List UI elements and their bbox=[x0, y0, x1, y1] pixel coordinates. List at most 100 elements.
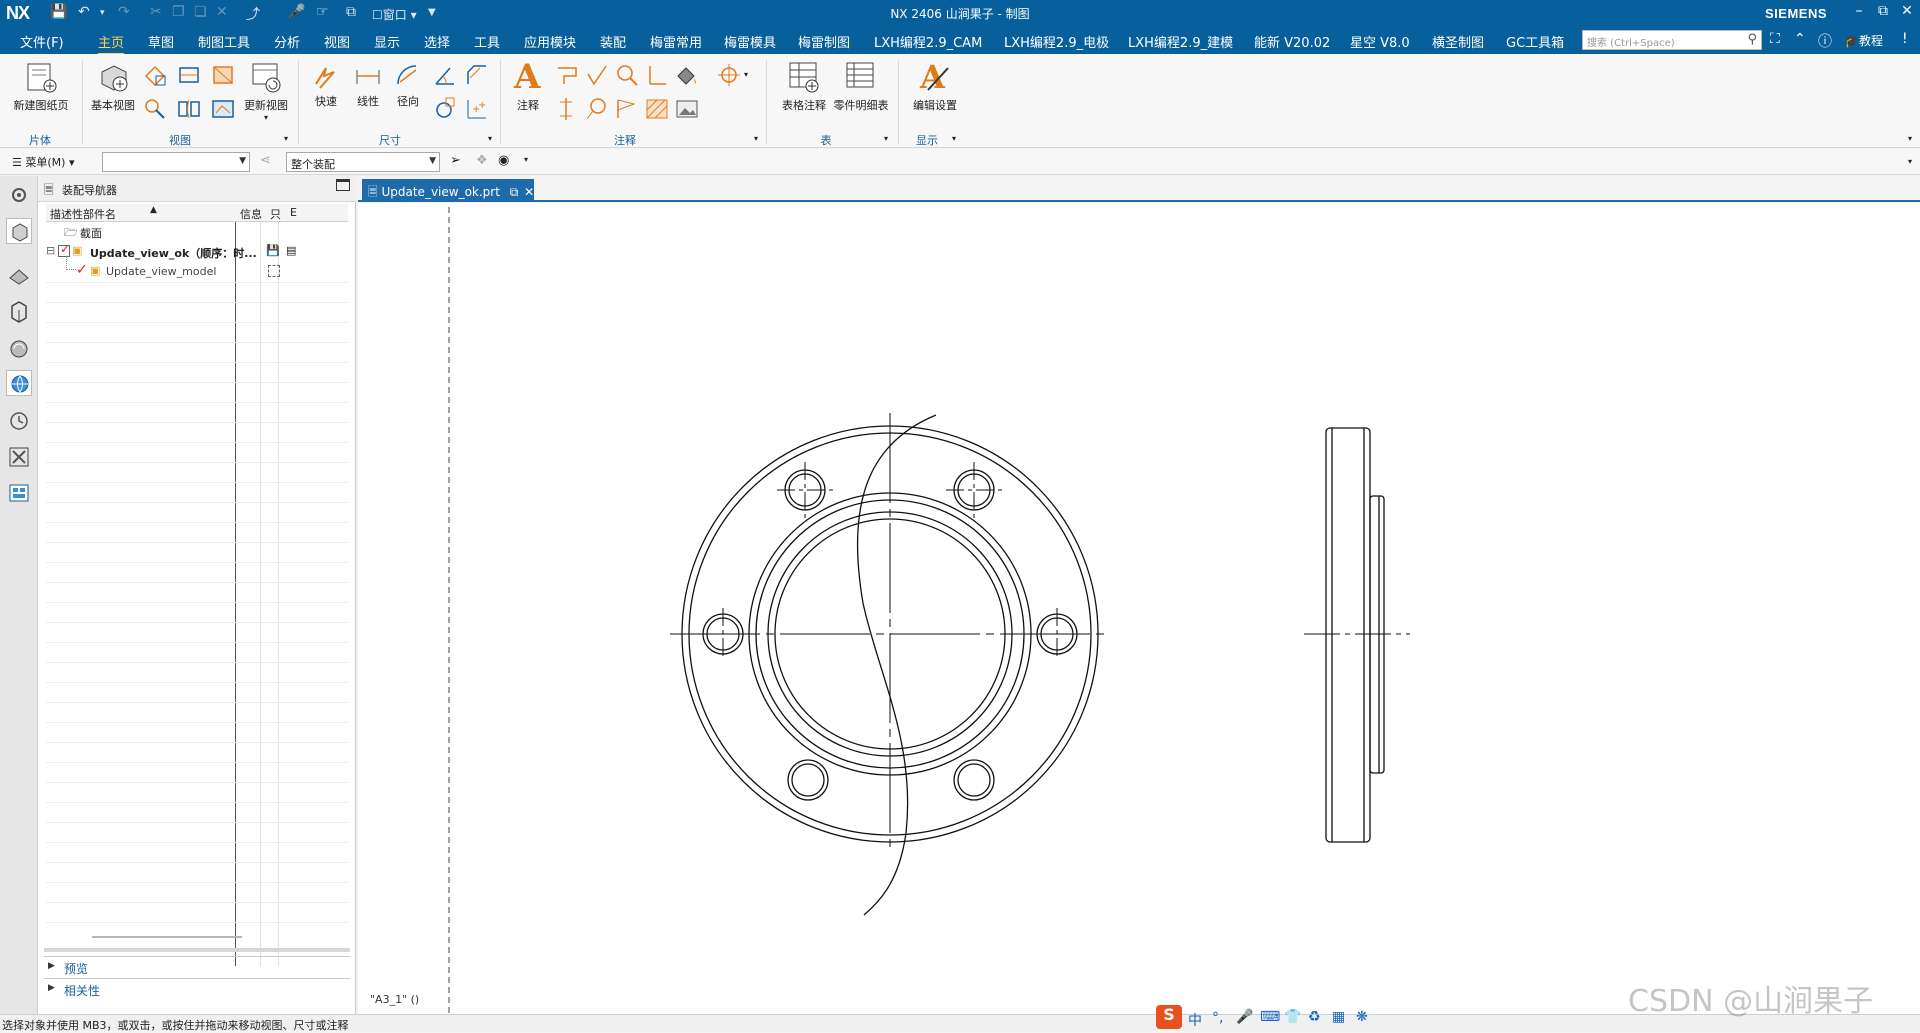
fullscreen-icon[interactable]: ⛶ bbox=[1770, 31, 1780, 47]
menu-view[interactable]: 视图 bbox=[324, 32, 350, 51]
base-view-button[interactable]: 基本视图 bbox=[88, 60, 138, 113]
menu-drafting-tools[interactable]: 制图工具 bbox=[198, 32, 250, 51]
column-name[interactable]: 描述性部件名 bbox=[50, 206, 116, 222]
menu-button[interactable]: ☰ 菜单(M) ▾ bbox=[12, 154, 74, 170]
tools-icon[interactable] bbox=[6, 444, 32, 470]
table-group-dropdown-icon[interactable]: ▾ bbox=[884, 134, 888, 143]
reuse-library-icon[interactable] bbox=[6, 298, 32, 324]
toolbox-icon[interactable]: ▦ bbox=[1332, 1009, 1345, 1025]
type-filter-select[interactable]: ▼ bbox=[102, 152, 250, 172]
menu-assembly[interactable]: 装配 bbox=[600, 32, 626, 51]
break-view-icon[interactable] bbox=[176, 96, 202, 122]
drawing-canvas[interactable]: "A3_1" () bbox=[358, 203, 1920, 1014]
rapid-dimension-button[interactable]: 快速 bbox=[306, 62, 346, 109]
identification-symbol-icon[interactable] bbox=[554, 96, 580, 122]
surface-finish-icon[interactable] bbox=[584, 62, 610, 88]
tree-row-section[interactable]: 🗁 截面 bbox=[46, 222, 348, 242]
ime-mode-chinese[interactable]: 中 bbox=[1188, 1010, 1202, 1030]
menu-select[interactable]: 选择 bbox=[424, 32, 450, 51]
annotation-group-dropdown-icon[interactable]: ▾ bbox=[754, 134, 758, 143]
target-point-icon[interactable] bbox=[614, 96, 640, 122]
tutorial-button[interactable]: 🎓教程 bbox=[1844, 32, 1883, 49]
close-tab-icon[interactable]: ✕ bbox=[524, 185, 534, 199]
new-sheet-button[interactable]: 新建图纸页 bbox=[8, 60, 74, 113]
command-search-input[interactable]: 搜索 (Ctrl+Space) ⚲ bbox=[1582, 30, 1762, 50]
toolbar-options-icon[interactable]: ▾ bbox=[1908, 157, 1912, 166]
snap-point-icon[interactable]: ◉ bbox=[498, 153, 509, 168]
update-view-dropdown-icon[interactable]: ▾ bbox=[240, 113, 292, 122]
horizontal-scrollbar[interactable] bbox=[92, 936, 242, 938]
thickness-dimension-icon[interactable] bbox=[432, 96, 458, 122]
display-group-dropdown-icon[interactable]: ▾ bbox=[952, 134, 956, 143]
tab-update-view-ok[interactable]: 🗏 Update_view_ok.prt ⧉ ✕ bbox=[362, 179, 534, 202]
update-view-button[interactable]: 更新视图 ▾ bbox=[240, 60, 292, 122]
dependency-section-toggle[interactable]: ▶ 相关性 bbox=[44, 978, 350, 1000]
menu-display[interactable]: 显示 bbox=[374, 32, 400, 51]
dimension-group-dropdown-icon[interactable]: ▾ bbox=[488, 134, 492, 143]
help-icon[interactable]: ⓘ bbox=[1818, 31, 1832, 51]
gamepad-icon[interactable]: ♻ bbox=[1308, 1009, 1321, 1025]
center-mark-dropdown-icon[interactable]: ▾ bbox=[744, 70, 748, 79]
tree-row-component[interactable]: ✓ ▣ Update_view_model bbox=[46, 256, 348, 282]
sort-ascending-icon[interactable]: ▲ bbox=[150, 205, 157, 215]
restore-icon[interactable]: ⧉ bbox=[1872, 3, 1894, 19]
feature-control-frame-icon[interactable] bbox=[554, 62, 580, 88]
sogou-icon[interactable]: S bbox=[1156, 1005, 1182, 1029]
close-icon[interactable]: ✕ bbox=[1896, 3, 1918, 19]
search-icon[interactable]: ⚲ bbox=[1747, 32, 1757, 47]
web-browser-icon[interactable] bbox=[6, 370, 32, 396]
ime-settings-icon[interactable]: ❋ bbox=[1356, 1009, 1368, 1025]
note-button[interactable]: A 注释 bbox=[508, 58, 548, 113]
menu-lxh-electrode[interactable]: LXH编程2.9_电极 bbox=[1004, 32, 1109, 51]
column-info[interactable]: 信息 bbox=[240, 206, 262, 222]
checkmark-icon[interactable]: ✓ bbox=[76, 262, 88, 278]
fill-color-icon[interactable] bbox=[674, 62, 700, 88]
selection-scope-select[interactable]: 整个装配 ▼ bbox=[286, 152, 440, 172]
parts-list-button[interactable]: 零件明细表 bbox=[832, 60, 890, 113]
section-view-icon[interactable] bbox=[176, 62, 202, 88]
image-icon[interactable] bbox=[674, 96, 700, 122]
view-creation-wizard-icon[interactable] bbox=[142, 96, 168, 122]
edit-settings-button[interactable]: A 编辑设置 bbox=[906, 58, 964, 113]
column-readonly[interactable]: 只 bbox=[270, 206, 281, 222]
weld-symbol-icon[interactable] bbox=[614, 62, 640, 88]
center-mark-icon[interactable] bbox=[716, 62, 742, 88]
drawing-sheet[interactable] bbox=[358, 203, 1920, 1014]
linear-dimension-button[interactable]: 线性 bbox=[348, 62, 388, 109]
view-group-dropdown-icon[interactable]: ▾ bbox=[284, 134, 288, 143]
menu-lxh-cam[interactable]: LXH编程2.9_CAM bbox=[874, 32, 982, 51]
angular-dimension-icon[interactable] bbox=[432, 62, 458, 88]
tree-row-root-assembly[interactable]: ⊟ ✓ ▣ Update_view_ok（顺序：时... 💾 ▤ bbox=[46, 242, 348, 262]
menu-application[interactable]: 应用模块 bbox=[524, 32, 576, 51]
collapse-ribbon-icon[interactable]: ⌃ bbox=[1794, 31, 1806, 47]
column-extra[interactable]: E bbox=[290, 206, 297, 219]
preview-section-toggle[interactable]: ▶ 预览 bbox=[44, 956, 350, 978]
collapse-icon[interactable]: ⊟ bbox=[46, 244, 55, 257]
undock-icon[interactable]: ⧉ bbox=[510, 185, 519, 199]
alert-icon[interactable]: ! bbox=[1902, 31, 1908, 47]
menu-nengxin[interactable]: 能新 V20.02 bbox=[1254, 32, 1330, 51]
menu-analysis[interactable]: 分析 bbox=[274, 32, 300, 51]
menu-meilei-drafting[interactable]: 梅雷制图 bbox=[798, 32, 850, 51]
menu-home[interactable]: 主页 bbox=[98, 32, 125, 55]
role-icon[interactable] bbox=[6, 336, 32, 362]
maximize-panel-icon[interactable] bbox=[336, 179, 350, 191]
ordinate-dimension-icon[interactable]: ++ bbox=[464, 96, 490, 122]
deselect-icon[interactable]: ❖ bbox=[476, 153, 488, 168]
detail-view-icon[interactable] bbox=[210, 62, 236, 88]
keyboard-icon[interactable]: ⌨ bbox=[1260, 1009, 1280, 1025]
display-view-icon[interactable] bbox=[210, 96, 236, 122]
radial-dimension-button[interactable]: 径向 bbox=[388, 62, 428, 109]
microphone-icon[interactable]: 🎤 bbox=[1236, 1009, 1253, 1025]
menu-gc-toolbox[interactable]: GC工具箱 bbox=[1506, 32, 1564, 51]
projected-view-icon[interactable] bbox=[142, 62, 168, 88]
menu-file[interactable]: 文件(F) bbox=[20, 32, 64, 51]
balloon-icon[interactable] bbox=[584, 96, 610, 122]
ribbon-options-icon[interactable]: ▾ bbox=[1908, 134, 1912, 143]
menu-meilei-mold[interactable]: 梅雷模具 bbox=[724, 32, 776, 51]
minimize-icon[interactable]: – bbox=[1848, 3, 1870, 19]
filter-icon[interactable]: ⋖ bbox=[260, 153, 271, 168]
side-view[interactable] bbox=[1304, 427, 1410, 843]
ime-punctuation[interactable]: °, bbox=[1212, 1010, 1223, 1026]
menu-sketch[interactable]: 草图 bbox=[148, 32, 174, 51]
